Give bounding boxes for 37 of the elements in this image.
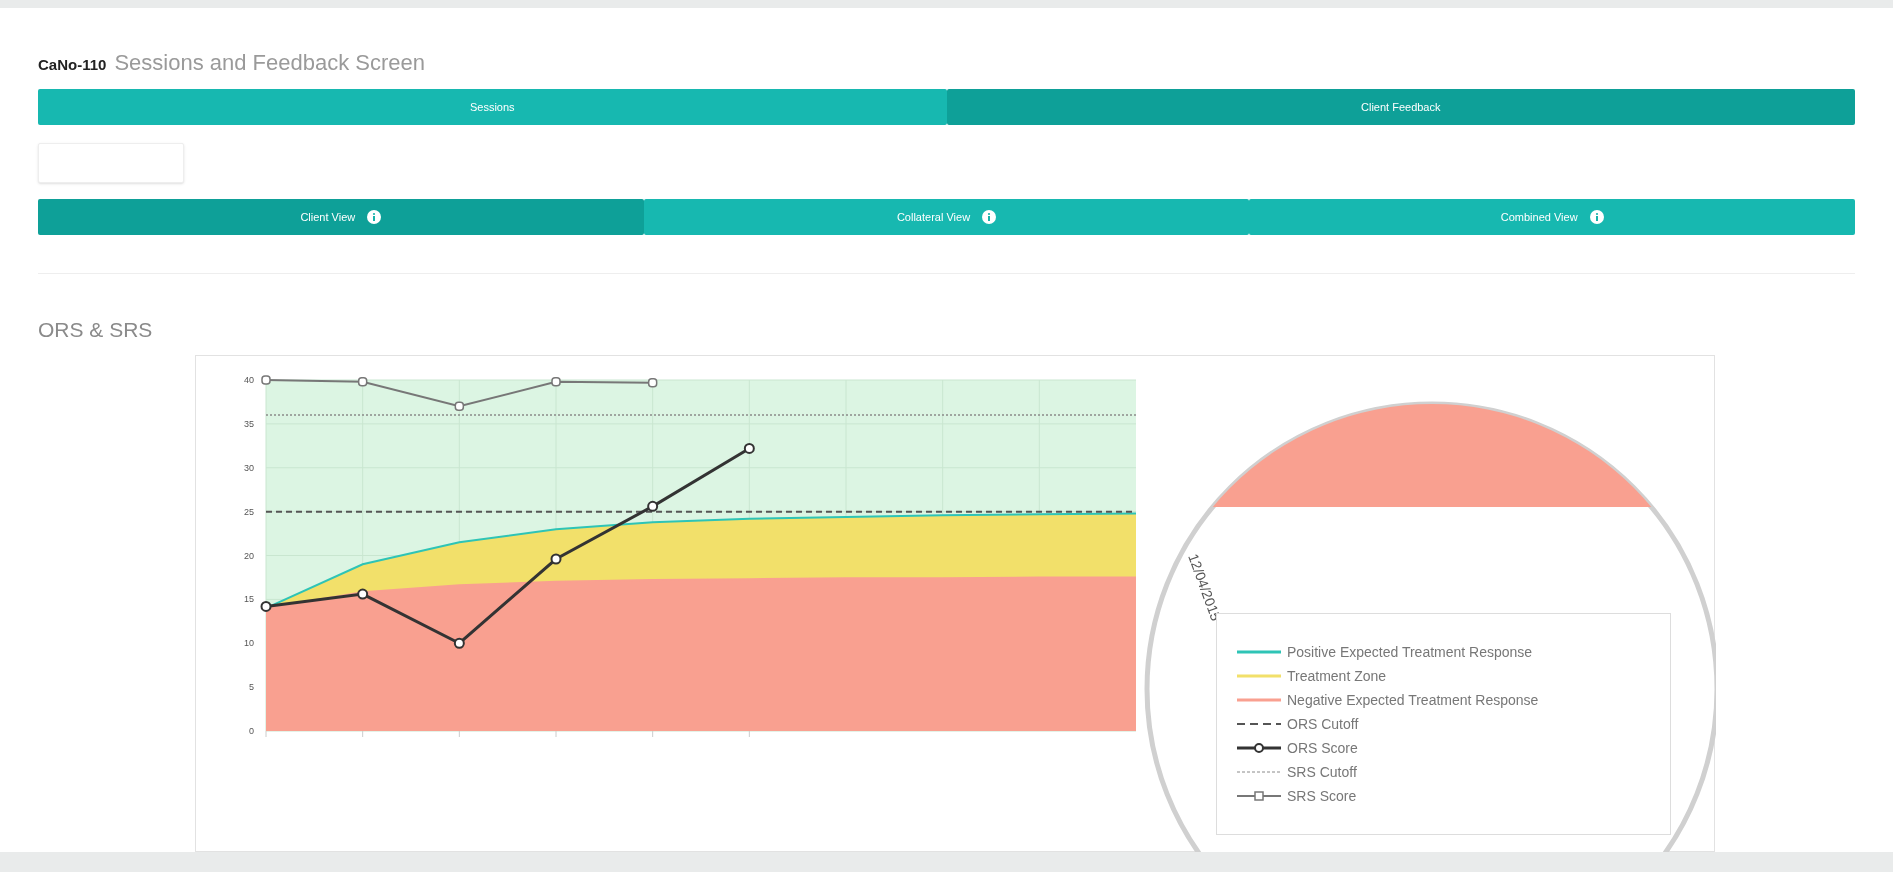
info-icon <box>1589 210 1604 224</box>
point <box>261 375 271 386</box>
legend-label: Positive Expected Treatment Response <box>1287 642 1533 662</box>
page-title: Sessions and Feedback Screen <box>114 49 425 77</box>
tab[interactable]: Client Feedback <box>946 89 1855 125</box>
tab[interactable]: Combined View <box>1249 199 1855 235</box>
legend-label: ORS Cutoff <box>1287 714 1359 734</box>
legend-label: ORS Score <box>1287 738 1358 758</box>
y-axis-label: 40 <box>244 375 254 386</box>
y-axis-label: 0 <box>249 726 254 737</box>
info-icon <box>982 210 997 224</box>
point <box>260 601 272 613</box>
point <box>550 553 562 565</box>
point <box>453 638 465 650</box>
y-axis-label: 10 <box>244 638 254 649</box>
client-code: CaNo-110 <box>38 55 107 75</box>
tab[interactable]: Collateral View <box>643 199 1250 235</box>
y-axis-label: 25 <box>244 507 254 518</box>
legend-swatch-icon <box>1237 790 1281 803</box>
info-icon <box>367 210 382 224</box>
y-axis-label: 35 <box>244 419 254 430</box>
legend-label: SRS Cutoff <box>1287 762 1357 782</box>
point <box>647 501 659 513</box>
section-title: ORS & SRS <box>38 316 154 343</box>
legend-label: Treatment Zone <box>1287 666 1387 686</box>
legend-swatch-icon <box>1237 742 1281 755</box>
legend-label: Negative Expected Treatment Response <box>1287 690 1539 710</box>
y-axis-label: 30 <box>244 463 254 474</box>
point <box>551 377 561 387</box>
point <box>743 443 755 455</box>
y-axis-label: 20 <box>244 550 254 561</box>
tab[interactable]: Sessions <box>38 89 947 125</box>
y-axis-label: 5 <box>249 682 254 693</box>
y-axis-label: 15 <box>244 594 254 605</box>
point <box>357 589 369 601</box>
tab[interactable]: Client View <box>38 199 644 235</box>
legend-label: SRS Score <box>1287 786 1357 806</box>
